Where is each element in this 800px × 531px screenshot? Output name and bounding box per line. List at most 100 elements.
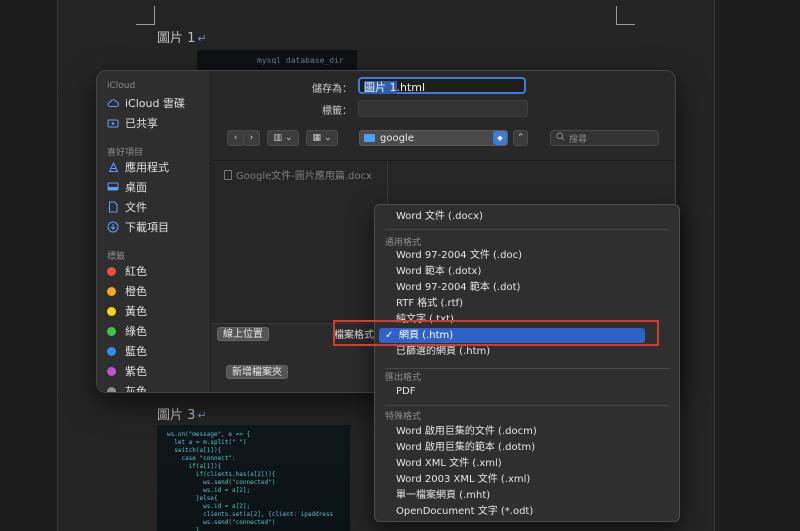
code-line: switch(a[1]){ xyxy=(167,447,222,454)
menu-item-format[interactable]: OpenDocument 文字 (*.odt) xyxy=(376,504,678,519)
sidebar-item-label: 桌面 xyxy=(125,181,147,194)
menu-item-format[interactable]: Word XML 文件 (.xml) xyxy=(376,456,678,471)
menu-item-label: PDF xyxy=(396,386,416,397)
menu-item-format[interactable]: Word 啟用巨集的文件 (.docm) xyxy=(376,424,678,439)
tag-color-dot-icon xyxy=(107,366,116,376)
up-down-arrows-icon: ◆ xyxy=(493,131,507,145)
menu-separator xyxy=(385,229,669,230)
sidebar-tag-item[interactable]: 藍色 xyxy=(107,343,147,359)
sidebar-item-label: 紅色 xyxy=(125,265,147,278)
tags-input[interactable] xyxy=(358,100,528,117)
menu-item-label: Word 97-2004 範本 (.dot) xyxy=(396,282,521,293)
menu-item-label: OpenDocument 文字 (*.odt) xyxy=(396,506,534,517)
sidebar-item-icloud-drive[interactable]: iCloud 雲碟 xyxy=(107,95,185,111)
code-line: ws.send("connected") xyxy=(167,479,276,486)
menu-separator xyxy=(385,405,669,406)
menu-item-label: 已篩選的網頁 (.htm) xyxy=(396,346,491,357)
code-line: }else{ xyxy=(167,495,218,502)
menu-item-format[interactable]: 單一檔案網頁 (.mht) xyxy=(376,488,678,503)
folder-icon xyxy=(364,134,375,142)
sidebar-item-label: 文件 xyxy=(125,201,147,214)
new-folder-button[interactable]: 新增檔案夾 xyxy=(226,365,288,379)
cloud-icon xyxy=(107,97,119,109)
sidebar-header-tags: 標籤 xyxy=(107,252,126,262)
menu-item-format[interactable]: 已篩選的網頁 (.htm) xyxy=(376,344,678,359)
menu-item-format[interactable]: Word 啟用巨集的範本 (.dotm) xyxy=(376,440,678,455)
sidebar-item-label: 已共享 xyxy=(125,117,158,130)
sidebar-item-label: 下載項目 xyxy=(125,221,169,234)
sidebar-tag-item[interactable]: 綠色 xyxy=(107,323,147,339)
sidebar-tag-item[interactable]: 紫色 xyxy=(107,363,147,379)
sidebar-tag-item[interactable]: 橙色 xyxy=(107,283,147,299)
menu-item-format[interactable]: Word 97-2004 範本 (.dot) xyxy=(376,280,678,295)
sidebar-item-downloads[interactable]: 下載項目 xyxy=(107,219,169,235)
code-line: ws.send("connected") xyxy=(167,519,276,526)
magnifier-icon xyxy=(556,132,565,144)
group-button[interactable]: ▦ ⌄ xyxy=(306,130,338,146)
code-line: ws.on("message", e => { xyxy=(167,431,251,438)
chevron-up-icon: ⌃ xyxy=(516,133,525,143)
menu-item-label: Word 範本 (.dotx) xyxy=(396,266,482,277)
shared-folder-icon xyxy=(107,117,119,129)
search-placeholder: 搜尋 xyxy=(569,134,588,145)
sidebar-item-applications[interactable]: 應用程式 xyxy=(107,159,169,175)
menu-header-special: 特殊格式 xyxy=(385,412,422,422)
sidebar-item-label: 黃色 xyxy=(125,305,147,318)
menu-item-label: RTF 格式 (.rtf) xyxy=(396,298,463,309)
desktop-icon xyxy=(107,181,119,193)
sidebar-header-favorites: 喜好項目 xyxy=(107,148,144,158)
crop-mark-top-right xyxy=(616,6,635,25)
sidebar-item-shared[interactable]: 已共享 xyxy=(107,115,158,131)
forward-button[interactable]: › xyxy=(243,130,260,146)
menu-item-format[interactable]: RTF 格式 (.rtf) xyxy=(376,296,678,311)
chevron-down-icon: ⌄ xyxy=(323,133,332,143)
menu-header-common: 通用格式 xyxy=(385,238,422,248)
save-as-input[interactable]: 圖片 1.html xyxy=(358,77,526,94)
menu-item-label: 單一檔案網頁 (.mht) xyxy=(396,490,491,501)
grid-icon: ▦ xyxy=(312,133,321,143)
menu-item-docx[interactable]: Word 文件 (.docx) xyxy=(376,209,678,224)
file-name: Google文件-圖片應用篇.docx xyxy=(236,171,372,182)
menu-item-format[interactable]: Word 2003 XML 文件 (.xml) xyxy=(376,472,678,487)
tag-color-dot-icon xyxy=(107,346,116,356)
menu-item-format[interactable]: Word 範本 (.dotx) xyxy=(376,264,678,279)
chevron-left-icon: ‹ xyxy=(233,133,238,143)
tag-color-dot-icon xyxy=(107,266,116,276)
menu-item-format[interactable]: PDF xyxy=(376,384,678,399)
tag-color-dot-icon xyxy=(107,326,116,336)
paragraph-mark-icon: ↵ xyxy=(197,409,207,422)
code-line: let a = m.split(" ") xyxy=(167,439,247,446)
document-icon xyxy=(107,201,119,213)
view-mode-button[interactable]: ▥ ⌄ xyxy=(267,130,299,146)
sidebar-item-documents[interactable]: 文件 xyxy=(107,199,147,215)
sidebar-item-label: 應用程式 xyxy=(125,161,169,174)
file-list-item[interactable]: Google文件-圖片應用篇.docx xyxy=(224,167,372,182)
menu-item-label: Word 啟用巨集的文件 (.docm) xyxy=(396,426,537,437)
applications-icon xyxy=(107,161,119,173)
sidebar-tag-item[interactable]: 紅色 xyxy=(107,263,147,279)
menu-item-label: Word 97-2004 文件 (.doc) xyxy=(396,250,522,261)
filename-selection: 圖片 1 xyxy=(364,81,397,94)
location-popup[interactable]: google ◆ xyxy=(359,130,508,146)
chevron-down-icon: ⌄ xyxy=(284,133,293,143)
online-location-button[interactable]: 線上位置 xyxy=(217,327,269,341)
sidebar-tag-item[interactable]: 黃色 xyxy=(107,303,147,319)
image-caption-3: 圖片 3 ↵ xyxy=(157,408,207,423)
code-line: if(clients.has(a[2])){ xyxy=(167,471,276,478)
menu-separator xyxy=(385,368,669,369)
code-line: ws.id = a[2]; xyxy=(167,503,251,510)
code-line: clients.set(a[2], {client: ipaddress xyxy=(167,511,334,518)
chevron-right-icon: › xyxy=(249,133,254,143)
file-format-menu: Word 文件 (.docx) 通用格式 Word 97-2004 文件 (.d… xyxy=(374,204,680,522)
expand-dialog-button[interactable]: ⌃ xyxy=(513,130,528,146)
sidebar-item-label: iCloud 雲碟 xyxy=(125,97,185,110)
sidebar-item-desktop[interactable]: 桌面 xyxy=(107,179,147,195)
search-input[interactable]: 搜尋 xyxy=(550,130,659,146)
menu-item-label: Word 2003 XML 文件 (.xml) xyxy=(396,474,531,485)
code-line: ws.id = a[2]; xyxy=(167,487,251,494)
save-as-label: 儲存為： xyxy=(312,84,352,95)
back-button[interactable]: ‹ xyxy=(227,130,244,146)
code-line: if(a[1]){ xyxy=(167,463,222,470)
menu-item-format[interactable]: Word 97-2004 文件 (.doc) xyxy=(376,248,678,263)
sidebar-tag-item[interactable]: 灰色 xyxy=(107,383,147,392)
